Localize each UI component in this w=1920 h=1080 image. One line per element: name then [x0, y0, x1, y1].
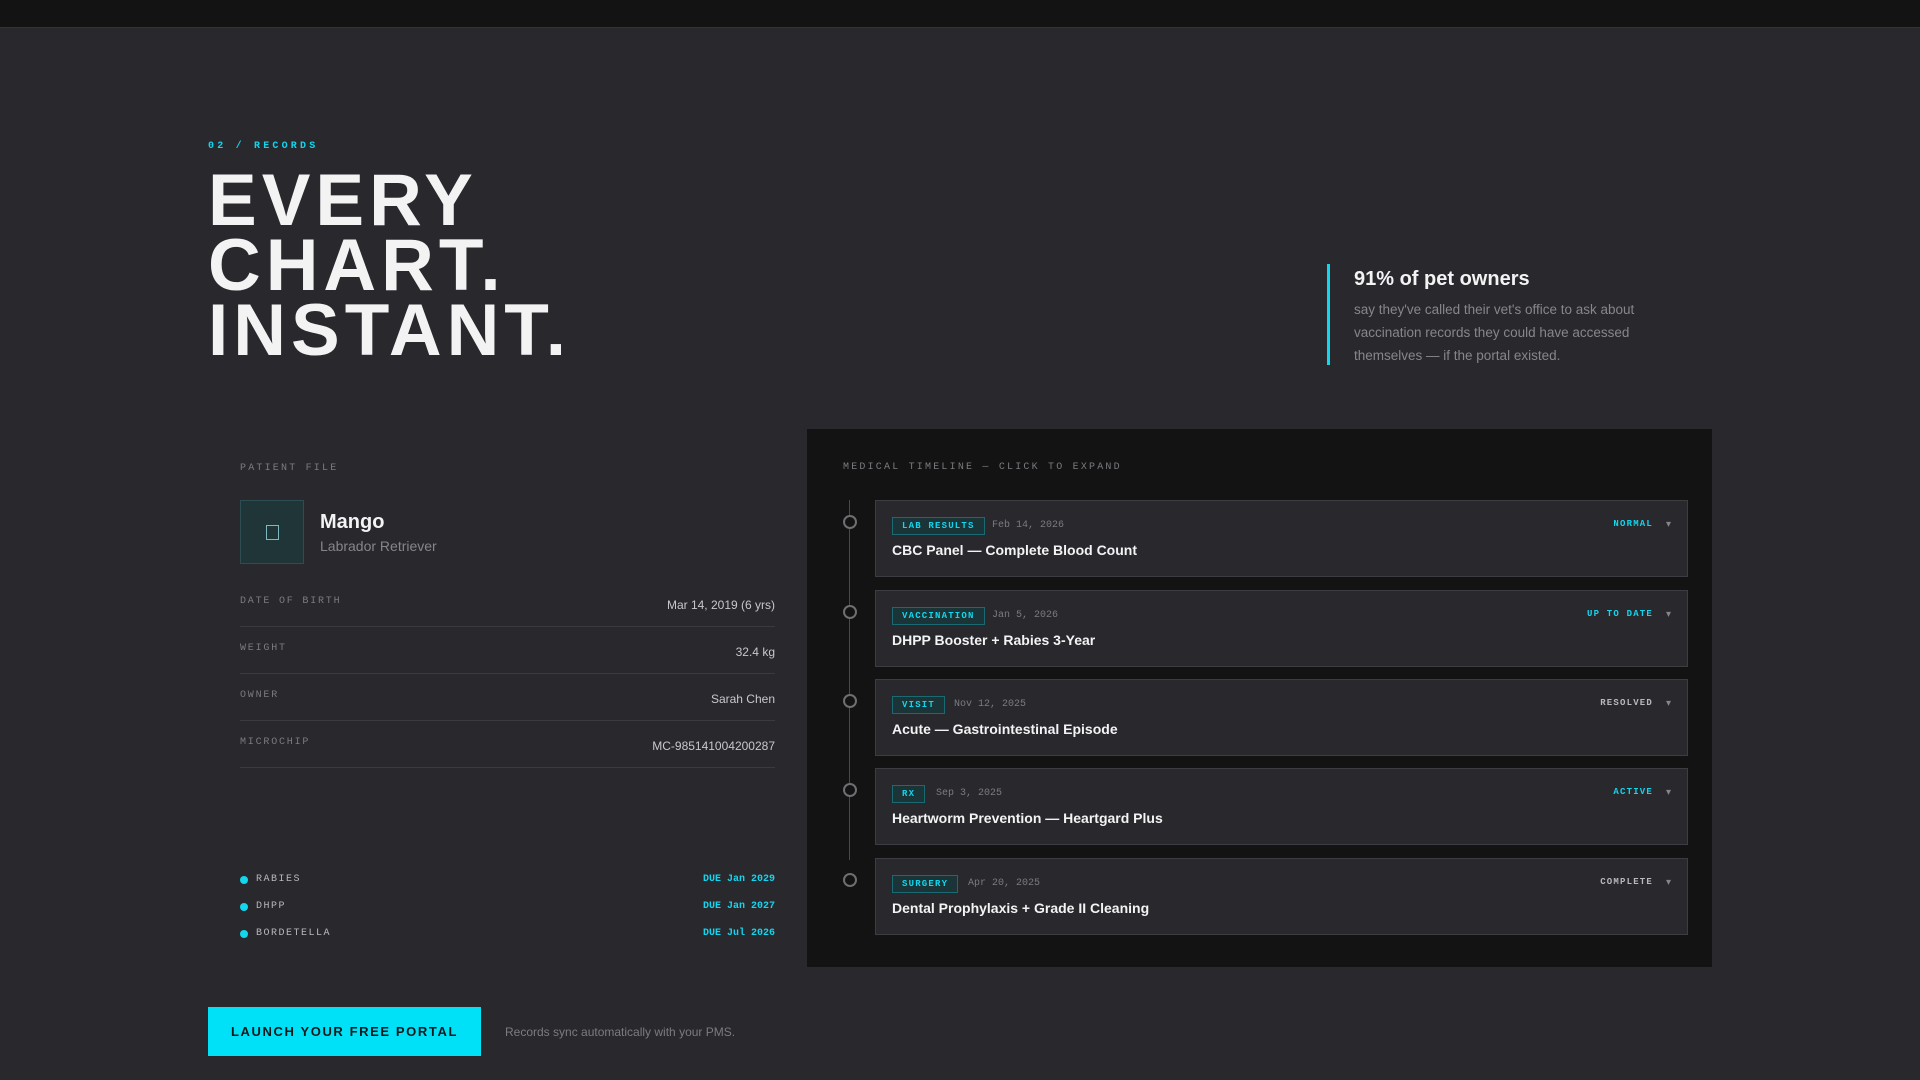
timeline-item: SURGERY Apr 20, 2025 Dental Prophylaxis … [843, 858, 1688, 935]
timeline-node-icon [843, 605, 857, 619]
info-value: MC-985141004200287 [652, 739, 775, 753]
pet-avatar [240, 500, 304, 564]
chevron-down-icon: ▾ [1665, 877, 1671, 888]
chevron-down-icon: ▾ [1665, 609, 1671, 620]
timeline-node-icon [843, 515, 857, 529]
pet-breed: Labrador Retriever [320, 538, 437, 554]
record-date: Jan 5, 2026 [992, 610, 1059, 621]
launch-portal-button[interactable]: LAUNCH YOUR FREE PORTAL [208, 1007, 481, 1056]
status-dot-icon [240, 929, 248, 938]
paw-icon [265, 524, 279, 540]
headline-line: CHART. [208, 225, 506, 306]
status-dot-icon [240, 902, 248, 911]
record-status: RESOLVED [1600, 698, 1653, 708]
record-title: Heartworm Prevention — Heartgard Plus [892, 810, 1163, 826]
patient-file-label: PATIENT FILE [240, 463, 339, 474]
info-value: 32.4 kg [735, 645, 775, 659]
status-dot-icon [240, 875, 248, 884]
vaccine-due: DUE Jan 2027 [702, 901, 775, 912]
record-type-tag: RX [892, 785, 926, 803]
vaccine-row: BORDETELLA DUE Jul 2026 [240, 920, 775, 947]
stat-description: say they've called their vet's office to… [1354, 302, 1635, 363]
headline-line: EVERY [208, 160, 478, 241]
info-value: Mar 14, 2019 (6 yrs) [666, 598, 775, 612]
info-row-dob: DATE OF BIRTH Mar 14, 2019 (6 yrs) [240, 580, 775, 627]
pet-name: Mango [320, 511, 385, 533]
timeline-card-vaccination[interactable]: VACCINATION Jan 5, 2026 DHPP Booster + R… [875, 590, 1688, 667]
record-date: Feb 14, 2026 [992, 520, 1065, 531]
vaccine-name: BORDETELLA [256, 928, 332, 939]
section-eyebrow: 02 / RECORDS [208, 141, 319, 152]
vaccine-label-group: RABIES [240, 874, 301, 885]
medical-timeline-panel: MEDICAL TIMELINE — CLICK TO EXPAND LAB R… [807, 429, 1712, 967]
timeline-node-icon [843, 783, 857, 797]
timeline-card-visit[interactable]: VISIT Nov 12, 2025 Acute — Gastrointesti… [875, 679, 1688, 756]
vaccine-due: DUE Jul 2026 [702, 928, 775, 939]
timeline-card-surgery[interactable]: SURGERY Apr 20, 2025 Dental Prophylaxis … [875, 858, 1688, 935]
chevron-down-icon: ▾ [1665, 787, 1671, 798]
stat-callout: 91% of pet owners say they've called the… [1327, 264, 1667, 365]
vaccine-label-group: BORDETELLA [240, 928, 331, 939]
vaccine-name: DHPP [256, 901, 287, 912]
vaccine-due: DUE Jan 2029 [702, 874, 775, 885]
headline-line: INSTANT. [208, 290, 572, 371]
info-row-weight: WEIGHT 32.4 kg [240, 627, 775, 674]
info-value: Sarah Chen [710, 692, 775, 706]
record-title: CBC Panel — Complete Blood Count [892, 542, 1137, 558]
patient-info-list: DATE OF BIRTH Mar 14, 2019 (6 yrs) WEIGH… [240, 580, 775, 768]
info-key: OWNER [240, 689, 280, 701]
timeline-node-icon [843, 873, 857, 887]
timeline-item: VISIT Nov 12, 2025 Acute — Gastrointesti… [843, 679, 1688, 756]
record-title: DHPP Booster + Rabies 3-Year [892, 632, 1096, 648]
timeline-card-rx[interactable]: RX Sep 3, 2025 Heartworm Prevention — He… [875, 768, 1688, 845]
timeline-node-icon [843, 694, 857, 708]
record-date: Apr 20, 2025 [968, 878, 1041, 889]
vaccine-label-group: DHPP [240, 901, 286, 912]
record-type-tag: LAB RESULTS [892, 517, 985, 535]
timeline-item: RX Sep 3, 2025 Heartworm Prevention — He… [843, 768, 1688, 845]
info-key: WEIGHT [240, 642, 287, 654]
cta-note: Records sync automatically with your PMS… [505, 1025, 736, 1039]
record-type-tag: SURGERY [892, 875, 959, 893]
timeline-label: MEDICAL TIMELINE — CLICK TO EXPAND [843, 462, 1122, 473]
chevron-down-icon: ▾ [1665, 698, 1671, 709]
record-title: Dental Prophylaxis + Grade II Cleaning [892, 900, 1150, 916]
record-title: Acute — Gastrointestinal Episode [892, 721, 1118, 737]
info-key: DATE OF BIRTH [240, 595, 342, 607]
vaccine-name: RABIES [256, 874, 302, 885]
timeline-item: VACCINATION Jan 5, 2026 DHPP Booster + R… [843, 590, 1688, 667]
record-type-tag: VISIT [892, 696, 946, 714]
record-date: Sep 3, 2025 [936, 788, 1003, 799]
record-status: NORMAL [1613, 519, 1653, 529]
top-bar [0, 0, 1920, 28]
stat-title: 91% of pet owners [1354, 268, 1530, 290]
page-headline: EVERY CHART. INSTANT. [208, 160, 572, 371]
info-row-owner: OWNER Sarah Chen [240, 674, 775, 721]
record-status: COMPLETE [1600, 877, 1653, 887]
info-row-microchip: MICROCHIP MC-985141004200287 [240, 721, 775, 768]
vaccine-list: RABIES DUE Jan 2029 DHPP DUE Jan 2027 BO… [240, 866, 775, 947]
vaccine-row: RABIES DUE Jan 2029 [240, 866, 775, 893]
record-status: ACTIVE [1613, 787, 1653, 797]
record-date: Nov 12, 2025 [954, 699, 1027, 710]
timeline-item: LAB RESULTS Feb 14, 2026 CBC Panel — Com… [843, 500, 1688, 577]
record-status: UP TO DATE [1586, 609, 1653, 619]
timeline-card-lab-results[interactable]: LAB RESULTS Feb 14, 2026 CBC Panel — Com… [875, 500, 1688, 577]
info-key: MICROCHIP [240, 736, 311, 748]
chevron-down-icon: ▾ [1665, 519, 1671, 530]
vaccine-row: DHPP DUE Jan 2027 [240, 893, 775, 920]
record-type-tag: VACCINATION [892, 607, 985, 625]
